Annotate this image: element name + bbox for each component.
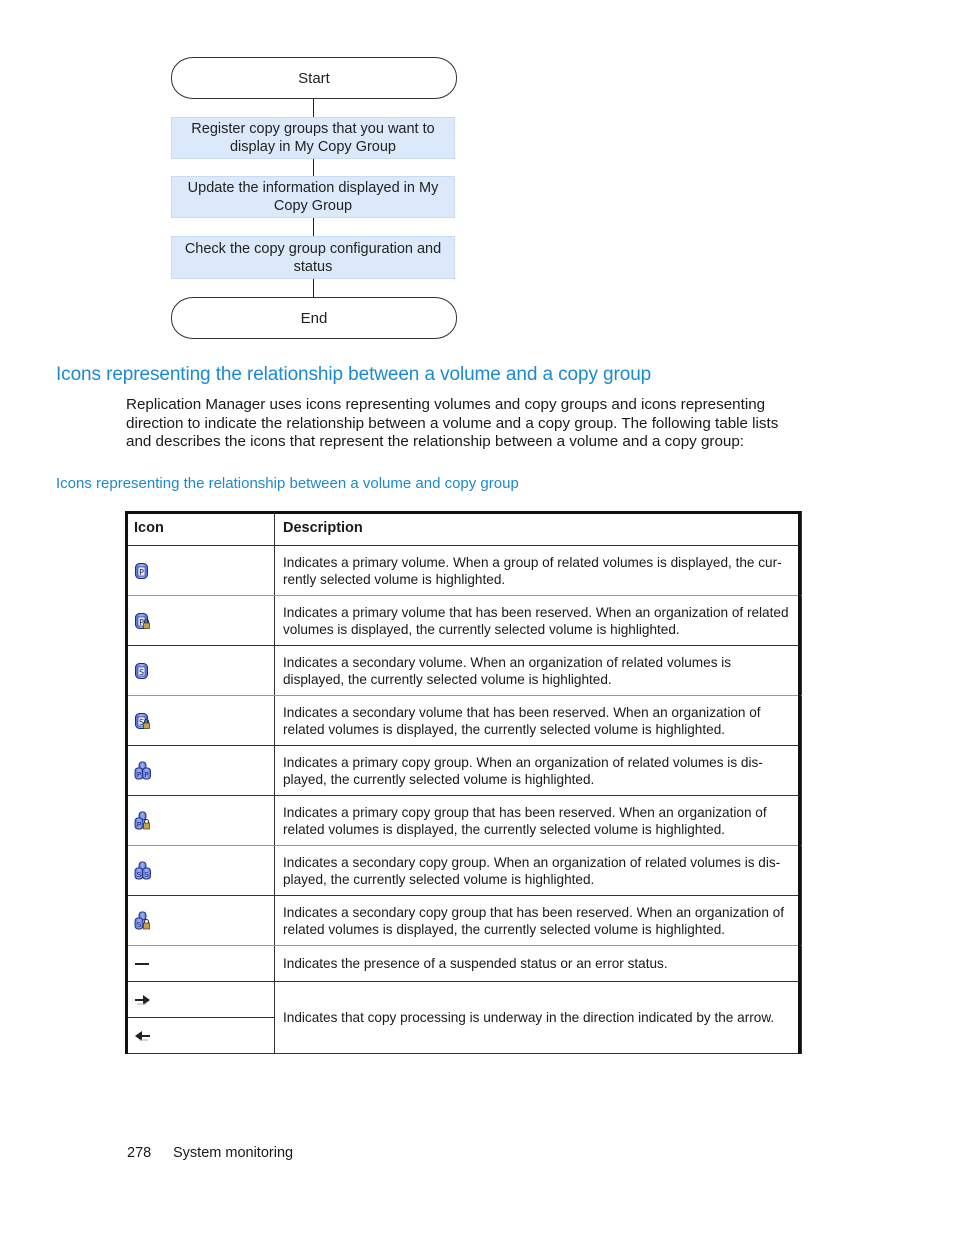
secondary-copy-group-reserved-icon: S [134,911,150,929]
row-description: Indicates a primary volume that has been… [274,595,802,646]
table-row: Indicates the presence of a suspended st… [125,945,802,982]
flow-step-check: Check the copy group configuration and s… [171,236,455,279]
table-row: P Indicates a primary copy group that ha… [125,795,802,846]
secondary-volume-reserved-icon: S [135,712,150,729]
flowchart: Start Register copy groups that you want… [171,57,457,339]
table-row: P Indicates a primary volume that has be… [125,595,802,646]
row-description: Indicates a primary volume. When a group… [274,545,802,596]
flow-connector [313,99,314,117]
flow-start-node: Start [171,57,457,99]
svg-text:S: S [137,921,142,929]
primary-copy-group-icon: P P [134,761,151,779]
page-number: 278 [127,1145,152,1161]
table-row: S Indicates a secondary copy group that … [125,895,802,946]
row-description: Indicates a secondary copy group. When a… [274,845,802,896]
svg-text:S: S [139,668,144,677]
section-heading: Icons representing the relationship betw… [56,364,652,385]
table-caption: Icons representing the relationship betw… [56,475,519,492]
table-row: S Indicates a secondary volume. When an … [125,645,802,696]
primary-volume-reserved-icon: P [135,612,150,629]
arrow-left-icon [135,1031,150,1042]
secondary-volume-icon: S [135,662,148,679]
table-row: S S Indicates a secondary copy group. Wh… [125,845,802,896]
table-row: P Indicates a primary volume. When a gro… [125,545,802,596]
flow-connector [313,218,314,236]
svg-text:P: P [139,568,144,577]
secondary-copy-group-icon: S S [134,861,151,879]
flow-step-update: Update the information displayed in My C… [171,176,455,218]
page-footer: 278 System monitoring [127,1145,293,1161]
row-description: Indicates a secondary copy group that ha… [274,895,802,946]
flow-connector [313,159,314,176]
header-description: Description [274,511,802,546]
primary-copy-group-reserved-icon: P [134,811,150,829]
icon-table: Icon Description P Indicates a primary v… [125,511,802,1054]
row-description: Indicates that copy processing is underw… [274,981,802,1054]
row-description: Indicates the presence of a suspended st… [274,945,802,982]
row-description: Indicates a primary copy group. When an … [274,745,802,796]
flow-step-register: Register copy groups that you want to di… [171,117,455,159]
row-description: Indicates a primary copy group that has … [274,795,802,846]
header-icon: Icon [125,511,275,546]
svg-text:P: P [137,821,141,829]
row-description: Indicates a secondary volume. When an or… [274,645,802,696]
svg-text:S: S [137,871,142,879]
suspended-error-status-icon [135,963,149,966]
section-paragraph: Replication Manager uses icons represent… [126,396,779,450]
svg-text:P: P [144,771,148,779]
svg-text:S: S [144,871,149,879]
footer-section-title: System monitoring [173,1145,294,1161]
svg-text:P: P [137,771,141,779]
table-row: P P Indicates a primary copy group. When… [125,745,802,796]
arrow-right-icon [135,995,150,1006]
row-description: Indicates a secondary volume that has be… [274,695,802,746]
flow-end-node: End [171,297,457,339]
table-row: Indicates that copy processing is underw… [125,981,802,1054]
table-row: S Indicates a secondary volume that has … [125,695,802,746]
primary-volume-icon: P [135,562,148,579]
flow-connector [313,279,314,297]
